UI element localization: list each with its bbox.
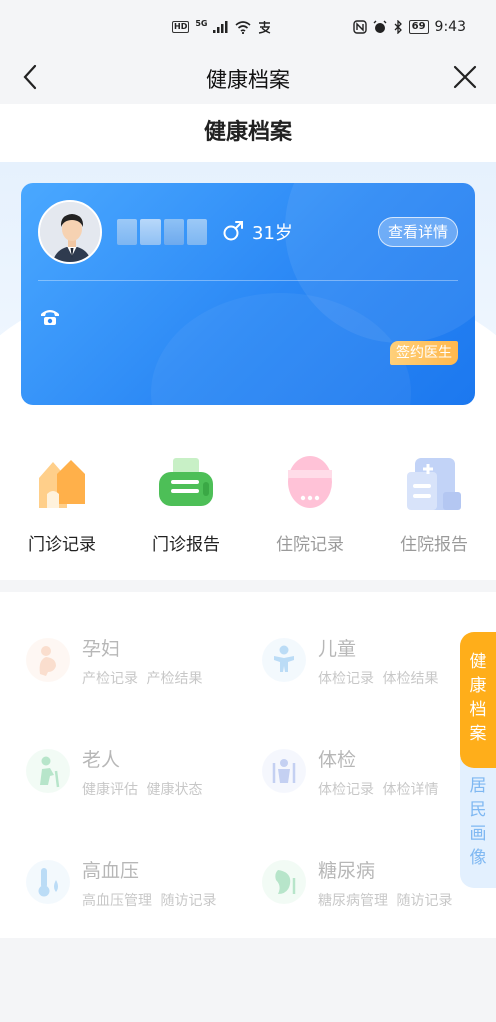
service-title: 儿童 — [318, 638, 357, 660]
service-elderly[interactable]: 老人 健康评估 健康状态 — [0, 703, 230, 798]
service-link[interactable]: 糖尿病管理 — [318, 893, 388, 909]
status-bar: HD 5G 69 9:43 — [0, 0, 496, 58]
checkup-icon — [262, 749, 306, 793]
close-icon[interactable] — [450, 62, 480, 92]
network-type: 5G — [195, 18, 208, 28]
card-divider — [38, 280, 458, 281]
service-link[interactable]: 产检记录 — [82, 671, 138, 687]
battery-level: 69 — [408, 20, 429, 34]
phone-icon — [41, 310, 59, 325]
service-checkup[interactable]: 体检 体检记录 体检详情 — [236, 703, 466, 798]
side-tab-label: 健康档案 — [469, 652, 487, 744]
quick-outpatient-records[interactable]: 门诊记录 — [0, 452, 124, 555]
service-link[interactable]: 体检记录 — [318, 782, 374, 798]
age-text: 31岁 — [252, 223, 293, 244]
pregnant-icon — [26, 638, 70, 682]
service-title: 高血压 — [82, 860, 140, 882]
name-redacted — [117, 219, 207, 245]
clock: 9:43 — [434, 19, 466, 35]
service-pregnant[interactable]: 孕妇 产检记录 产检结果 — [0, 592, 230, 687]
service-section: 孕妇 产检记录 产检结果 儿童 体检记录 体检结果 老人 健康评估 健康状态 体… — [0, 592, 496, 938]
pay-icon — [259, 21, 271, 34]
profile-card: 31岁 查看详情 签约医生 — [21, 183, 475, 405]
service-link[interactable]: 健康评估 — [82, 782, 138, 798]
service-title: 孕妇 — [82, 638, 121, 660]
service-title: 老人 — [82, 749, 121, 771]
service-link[interactable]: 随访记录 — [160, 893, 216, 909]
service-link[interactable]: 产检结果 — [146, 671, 202, 687]
quick-inpatient-reports[interactable]: 住院报告 — [372, 452, 496, 555]
alarm-icon — [373, 20, 387, 33]
service-links: 高血压管理 随访记录 — [82, 890, 216, 910]
child-icon — [262, 638, 306, 682]
service-link[interactable]: 体检记录 — [318, 671, 374, 687]
male-icon — [223, 221, 243, 241]
service-links: 健康评估 健康状态 — [82, 779, 202, 799]
quick-label: 住院记录 — [276, 535, 344, 555]
side-tab-label: 居民画像 — [469, 776, 487, 868]
page-header: 健康档案 — [0, 104, 496, 162]
service-title: 糖尿病 — [318, 860, 376, 882]
side-tab-resident-portrait[interactable]: 居民画像 — [460, 758, 496, 888]
elderly-icon — [26, 749, 70, 793]
thermometer-icon — [26, 860, 70, 904]
bluetooth-icon — [394, 20, 402, 34]
quick-label: 门诊报告 — [152, 535, 220, 555]
status-right: 69 9:43 — [352, 19, 466, 35]
hospital-report-icon — [403, 452, 465, 514]
service-title: 体检 — [318, 749, 357, 771]
wifi-icon — [235, 20, 252, 34]
quick-label: 门诊记录 — [28, 535, 96, 555]
side-tabs: 居民画像 健康档案 — [460, 632, 496, 888]
nfc-icon — [352, 20, 367, 34]
signal-icon — [213, 21, 228, 33]
page-title: 健康档案 — [203, 120, 292, 145]
quick-actions: 门诊记录 门诊报告 住院记录 住院报告 — [0, 452, 496, 562]
service-links: 体检记录 体检结果 — [318, 668, 438, 688]
avatar — [38, 200, 102, 264]
service-links: 产检记录 产检结果 — [82, 668, 202, 688]
service-child[interactable]: 儿童 体检记录 体检结果 — [236, 592, 466, 687]
view-details-button[interactable]: 查看详情 — [377, 217, 458, 247]
diabetes-icon — [262, 860, 306, 904]
service-diabetes[interactable]: 糖尿病 糖尿病管理 随访记录 — [236, 814, 466, 909]
nav-bar: 健康档案 — [0, 58, 496, 104]
service-link[interactable]: 高血压管理 — [82, 893, 152, 909]
service-link[interactable]: 体检结果 — [382, 671, 438, 687]
status-left: HD 5G — [172, 18, 272, 34]
hero-section: 31岁 查看详情 签约医生 门诊记录 门诊报告 住院记录 住院报告 — [0, 162, 496, 580]
service-link[interactable]: 健康状态 — [146, 782, 202, 798]
quick-outpatient-reports[interactable]: 门诊报告 — [124, 452, 248, 555]
user-avatar-icon — [40, 202, 100, 262]
printer-icon — [155, 452, 217, 514]
service-link[interactable]: 随访记录 — [396, 893, 452, 909]
service-hypertension[interactable]: 高血压 高血压管理 随访记录 — [0, 814, 230, 909]
service-link[interactable]: 体检详情 — [382, 782, 438, 798]
service-links: 体检记录 体检详情 — [318, 779, 438, 799]
quick-label: 住院报告 — [400, 535, 468, 555]
quick-inpatient-records[interactable]: 住院记录 — [248, 452, 372, 555]
hd-badge: HD — [172, 21, 190, 33]
nav-title: 健康档案 — [206, 68, 290, 92]
house-icon — [31, 452, 93, 514]
service-links: 糖尿病管理 随访记录 — [318, 890, 452, 910]
signed-doctor-badge[interactable]: 签约医生 — [390, 341, 458, 365]
pill-icon — [279, 452, 341, 514]
side-tab-health-record[interactable]: 健康档案 — [460, 632, 496, 768]
